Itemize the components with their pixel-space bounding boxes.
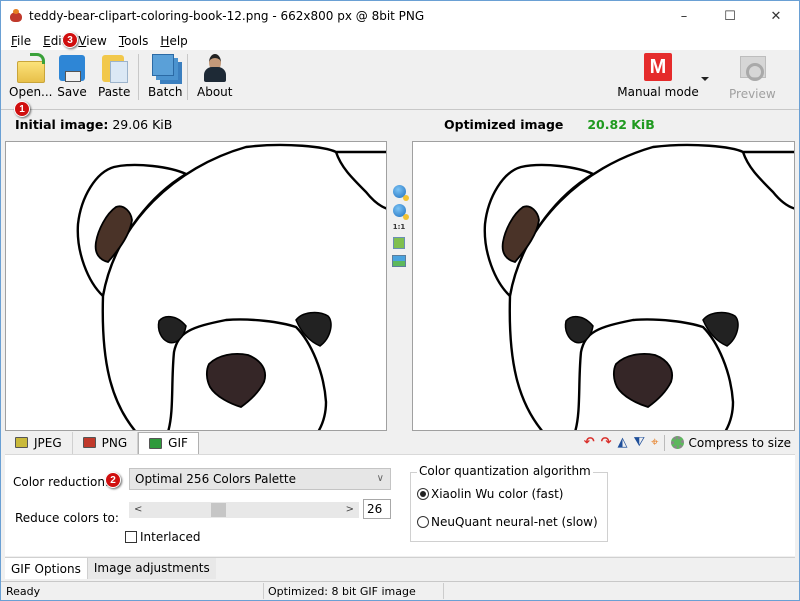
tools-separator	[664, 434, 666, 451]
paste-button[interactable]: Paste	[98, 53, 130, 99]
status-optimized: Optimized: 8 bit GIF image	[268, 585, 416, 598]
initial-image-size: 29.06 KiB	[112, 117, 173, 132]
open-folder-icon	[16, 53, 46, 83]
flip-horizontal-icon[interactable]: ◭	[618, 436, 628, 449]
manual-mode-button[interactable]: M Manual mode	[615, 53, 701, 99]
initial-bear-image	[76, 143, 386, 430]
annotation-badge-2: 2	[105, 472, 121, 488]
initial-image-pane[interactable]	[5, 141, 387, 431]
tab-gif-options[interactable]: GIF Options	[5, 558, 88, 579]
tab-image-adjustments[interactable]: Image adjustments	[87, 558, 216, 579]
quantization-group-label: Color quantization algorithm	[417, 464, 593, 478]
magnifier-preview-icon	[737, 55, 767, 83]
reduce-colors-input[interactable]: 26	[363, 499, 391, 519]
optimized-image-pane[interactable]	[412, 141, 795, 431]
app-window: teddy-bear-clipart-coloring-book-12.png …	[0, 0, 800, 601]
slider-left-arrow-icon[interactable]: <	[134, 502, 142, 518]
about-button[interactable]: About	[197, 53, 232, 99]
status-ready: Ready	[6, 585, 41, 598]
radio-neuquant[interactable]: NeuQuant neural-net (slow)	[417, 515, 598, 529]
color-reduction-select[interactable]: Optimal 256 Colors Palette ∨	[129, 468, 391, 490]
status-separator	[443, 583, 444, 599]
clipboard-icon	[99, 53, 129, 83]
person-icon	[200, 53, 230, 83]
minimize-button[interactable]: –	[661, 1, 707, 31]
batch-button[interactable]: Batch	[148, 53, 183, 99]
reduce-colors-slider[interactable]: < >	[129, 502, 359, 518]
save-button[interactable]: Save	[57, 53, 87, 99]
gear-icon	[671, 436, 685, 449]
manual-mode-icon: M	[644, 53, 672, 81]
toolbar: Open... Save Paste Batch About M Manual …	[1, 50, 799, 110]
radio-xiaolin-wu[interactable]: Xiaolin Wu color (fast)	[417, 487, 563, 501]
png-file-icon	[82, 437, 96, 448]
open-button[interactable]: Open...	[9, 53, 53, 99]
app-logo-icon	[9, 9, 23, 23]
radio-selected-icon	[417, 488, 429, 500]
reduce-colors-label: Reduce colors to:	[15, 511, 119, 525]
mode-dropdown-arrow-icon[interactable]	[701, 77, 709, 81]
gif-options-panel: Color reduction: Optimal 256 Colors Pale…	[5, 454, 795, 556]
optimized-image-size: 20.82 KiB	[587, 117, 655, 132]
menu-tools[interactable]: Tools	[113, 34, 155, 48]
rotate-right-icon[interactable]: ↷	[601, 436, 612, 449]
chevron-down-icon: ∨	[376, 473, 384, 484]
batch-disks-icon	[150, 53, 180, 83]
optimized-image-header: Optimized image 20.82 KiB	[444, 117, 655, 132]
annotation-badge-1: 1	[14, 101, 30, 117]
color-reduction-label: Color reduction:	[13, 475, 110, 489]
gif-file-icon	[149, 437, 163, 449]
maximize-button[interactable]: ☐	[707, 1, 753, 31]
radio-unselected-icon	[417, 516, 429, 528]
menu-help[interactable]: Help	[154, 34, 193, 48]
checkbox-icon	[125, 531, 137, 543]
compress-to-size-button[interactable]: Compress to size	[671, 436, 791, 450]
interlaced-checkbox[interactable]: Interlaced	[125, 530, 200, 544]
preview-button[interactable]: Preview	[729, 55, 776, 101]
actual-size-button[interactable]: 1:1	[393, 223, 406, 231]
menu-file[interactable]: File	[5, 34, 37, 48]
slider-right-arrow-icon[interactable]: >	[346, 502, 354, 518]
jpeg-file-icon	[15, 437, 28, 448]
tab-gif[interactable]: GIF	[138, 431, 199, 454]
zoom-in-icon[interactable]	[392, 185, 409, 201]
optimized-bear-image	[483, 143, 794, 430]
initial-image-header: Initial image: 29.06 KiB	[15, 117, 173, 132]
status-separator	[263, 583, 264, 599]
close-button[interactable]: ✕	[753, 1, 799, 31]
annotation-badge-3: 3	[62, 32, 78, 48]
quantization-group: Color quantization algorithm Xiaolin Wu …	[410, 464, 608, 542]
menu-bar: File Edit View Tools Help	[1, 31, 799, 50]
options-tabs: GIF Options Image adjustments	[5, 557, 795, 579]
window-title: teddy-bear-clipart-coloring-book-12.png …	[29, 9, 425, 23]
toolbar-separator	[187, 54, 188, 100]
tab-png[interactable]: PNG	[73, 431, 139, 454]
title-bar: teddy-bear-clipart-coloring-book-12.png …	[1, 1, 799, 31]
rotate-left-icon[interactable]: ↶	[584, 436, 595, 449]
crop-icon[interactable]: ⌖	[651, 436, 658, 449]
toolbar-separator	[138, 54, 139, 100]
fit-to-window-icon[interactable]	[393, 237, 405, 249]
image-tools: ↶ ↷ ◭ ⧨ ⌖ Compress to size	[584, 431, 791, 454]
flip-vertical-icon[interactable]: ⧨	[634, 436, 646, 449]
slider-thumb[interactable]	[210, 503, 226, 517]
menu-view[interactable]: View	[72, 34, 112, 48]
floppy-disk-icon	[57, 53, 87, 83]
status-bar: Ready Optimized: 8 bit GIF image	[1, 581, 799, 600]
zoom-toolbar: 1:1	[388, 141, 410, 431]
zoom-out-icon[interactable]	[392, 204, 409, 220]
tab-jpeg[interactable]: JPEG	[5, 431, 73, 454]
compare-view-icon[interactable]	[392, 255, 406, 267]
window-controls: – ☐ ✕	[661, 1, 799, 31]
